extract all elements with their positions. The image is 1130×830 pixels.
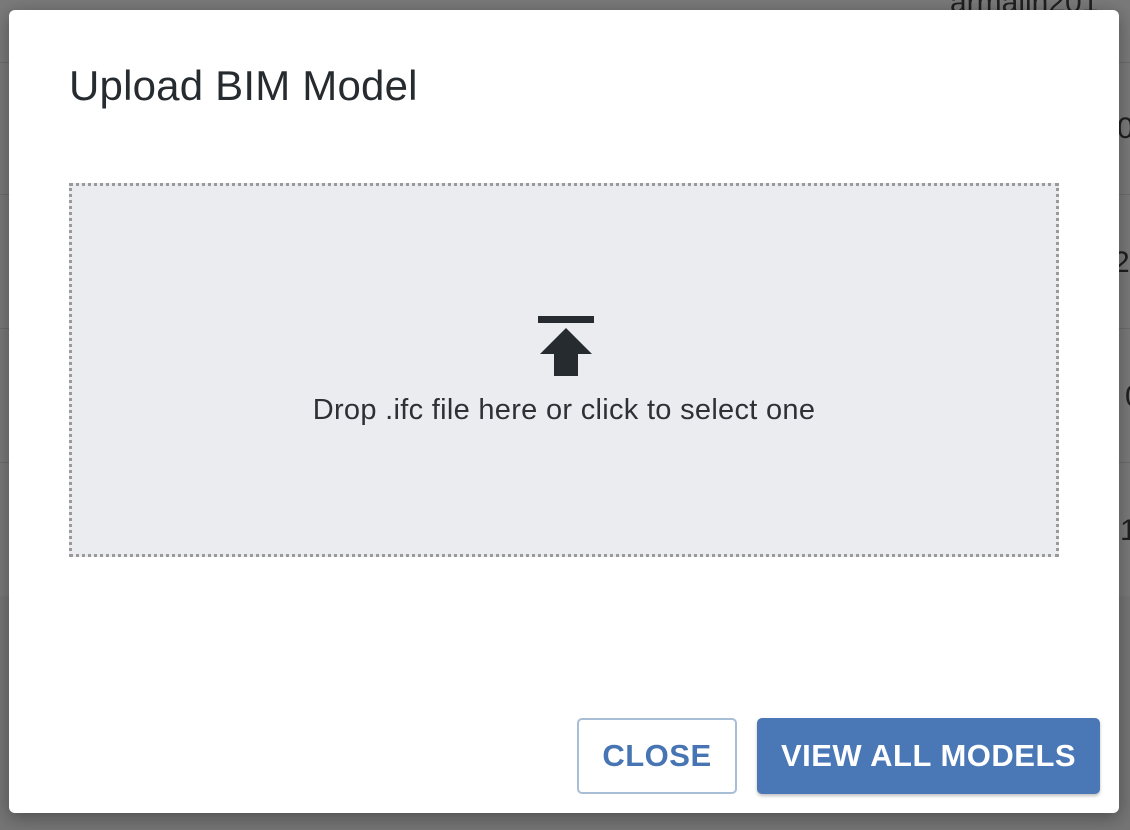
- upload-icon: [538, 316, 594, 376]
- close-button[interactable]: CLOSE: [577, 718, 737, 794]
- dialog-title: Upload BIM Model: [69, 62, 418, 109]
- background-text: 0: [1125, 380, 1130, 414]
- file-dropzone[interactable]: Drop .ifc file here or click to select o…: [69, 183, 1059, 557]
- dropzone-instructions: Drop .ifc file here or click to select o…: [312, 394, 816, 426]
- background-text: 1: [1120, 514, 1130, 547]
- view-all-models-button[interactable]: VIEW ALL MODELS: [757, 718, 1100, 794]
- upload-dialog: Upload BIM Model Drop .ifc file here or …: [9, 10, 1119, 813]
